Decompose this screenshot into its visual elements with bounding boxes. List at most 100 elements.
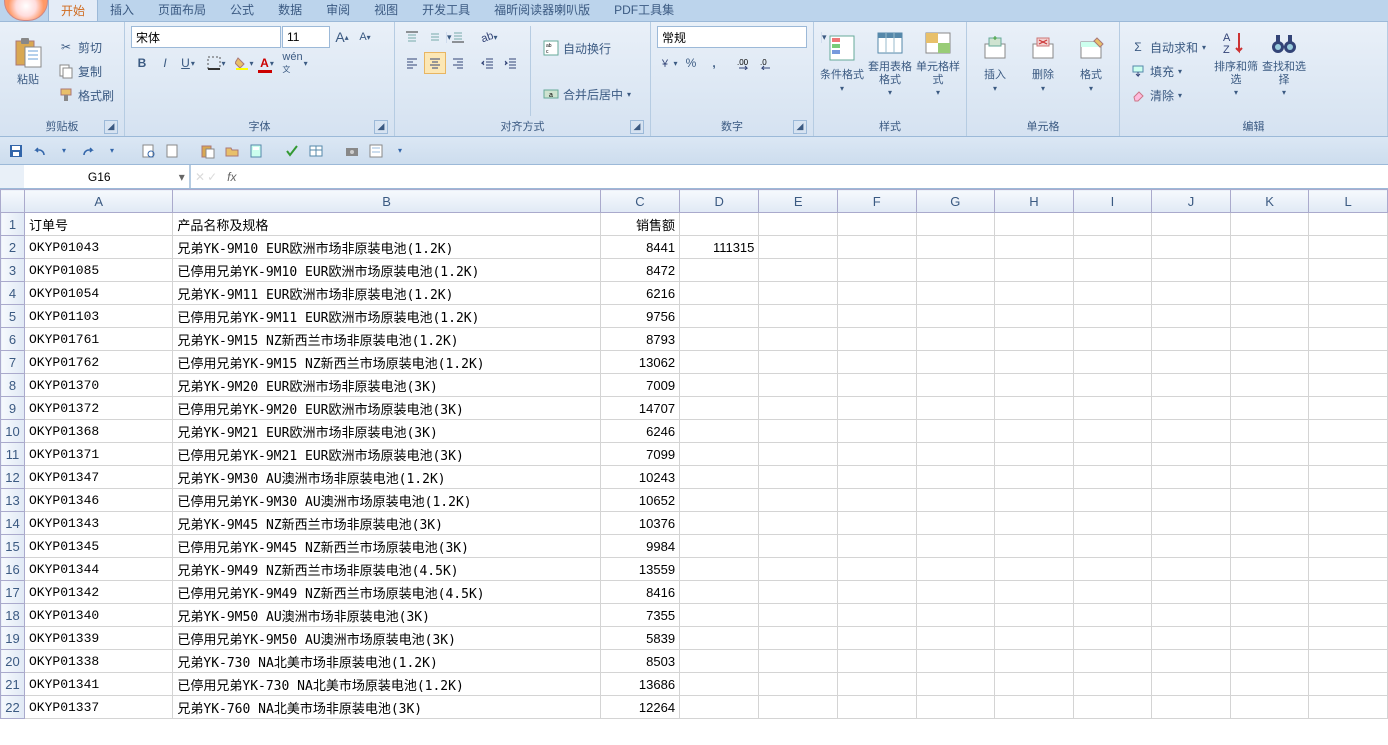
cell[interactable]: 7355 — [600, 604, 679, 627]
cell[interactable]: 13686 — [600, 673, 679, 696]
calc-icon[interactable] — [246, 141, 266, 161]
cell[interactable] — [995, 604, 1074, 627]
cell[interactable] — [837, 650, 916, 673]
phonetic-button[interactable]: wén文 — [284, 52, 306, 74]
align-middle-button[interactable] — [424, 26, 446, 48]
cell[interactable] — [1309, 673, 1388, 696]
orientation-button[interactable]: ab — [477, 26, 499, 48]
cell[interactable] — [1073, 236, 1151, 259]
cell[interactable]: 兄弟YK-9M15 NZ新西兰市场非原装电池(1.2K) — [173, 328, 600, 351]
cancel-formula-icon[interactable]: ✕ — [195, 170, 205, 184]
worksheet-grid[interactable]: ABCDEFGHIJKL1订单号产品名称及规格销售额2OKYP01043兄弟YK… — [0, 189, 1388, 745]
cell[interactable]: 产品名称及规格 — [173, 213, 600, 236]
name-box-input[interactable] — [24, 170, 174, 184]
cell[interactable] — [1073, 282, 1151, 305]
cell[interactable] — [1073, 420, 1151, 443]
cell[interactable] — [1230, 673, 1309, 696]
cell[interactable] — [916, 489, 995, 512]
cell[interactable]: OKYP01085 — [24, 259, 172, 282]
cell[interactable] — [837, 489, 916, 512]
cell[interactable] — [759, 374, 838, 397]
form-icon[interactable] — [366, 141, 386, 161]
cell[interactable] — [995, 581, 1074, 604]
cell[interactable] — [1230, 213, 1309, 236]
row-header[interactable]: 3 — [1, 259, 25, 282]
cell[interactable] — [1152, 259, 1231, 282]
cell[interactable] — [1309, 604, 1388, 627]
cell[interactable] — [759, 512, 838, 535]
cell[interactable] — [1152, 282, 1231, 305]
cell[interactable] — [1152, 604, 1231, 627]
cell[interactable]: 8503 — [600, 650, 679, 673]
cell[interactable]: 7099 — [600, 443, 679, 466]
cell[interactable] — [1230, 604, 1309, 627]
cell[interactable] — [995, 558, 1074, 581]
cell[interactable] — [1230, 466, 1309, 489]
tab-0[interactable]: 开始 — [48, 0, 98, 21]
cell[interactable] — [759, 282, 838, 305]
cell[interactable]: 14707 — [600, 397, 679, 420]
cell[interactable] — [680, 512, 759, 535]
cell[interactable] — [1230, 650, 1309, 673]
cell[interactable]: 兄弟YK-9M10 EUR欧洲市场非原装电池(1.2K) — [173, 236, 600, 259]
col-header-H[interactable]: H — [995, 190, 1074, 213]
cell[interactable]: 8472 — [600, 259, 679, 282]
cell[interactable] — [1152, 374, 1231, 397]
cell[interactable] — [995, 236, 1074, 259]
cell[interactable] — [916, 466, 995, 489]
cell[interactable] — [680, 443, 759, 466]
cell[interactable] — [1309, 558, 1388, 581]
print-preview-icon[interactable] — [138, 141, 158, 161]
cell[interactable] — [837, 420, 916, 443]
cell[interactable] — [1152, 328, 1231, 351]
cell[interactable] — [1309, 305, 1388, 328]
format-cells-button[interactable]: 格式▾ — [1069, 26, 1113, 98]
align-left-button[interactable] — [401, 52, 423, 74]
cell[interactable] — [680, 581, 759, 604]
wrap-text-button[interactable]: abc自动换行 — [539, 37, 635, 59]
cell[interactable] — [680, 489, 759, 512]
cell[interactable] — [995, 374, 1074, 397]
cell[interactable] — [1309, 489, 1388, 512]
cell[interactable] — [1309, 650, 1388, 673]
cell[interactable] — [916, 282, 995, 305]
cell[interactable]: OKYP01339 — [24, 627, 172, 650]
cut-button[interactable]: ✂剪切 — [54, 36, 118, 58]
align-bottom-button[interactable] — [447, 26, 469, 48]
row-header[interactable]: 14 — [1, 512, 25, 535]
row-header[interactable]: 2 — [1, 236, 25, 259]
cell[interactable]: OKYP01340 — [24, 604, 172, 627]
cell[interactable]: 6246 — [600, 420, 679, 443]
cell[interactable]: OKYP01344 — [24, 558, 172, 581]
cell[interactable]: OKYP01347 — [24, 466, 172, 489]
cell[interactable] — [1152, 351, 1231, 374]
name-box[interactable]: ▾ — [24, 165, 190, 188]
cell[interactable] — [837, 397, 916, 420]
row-header[interactable]: 12 — [1, 466, 25, 489]
align-right-button[interactable] — [447, 52, 469, 74]
cell[interactable] — [837, 374, 916, 397]
cell[interactable] — [1309, 512, 1388, 535]
cell[interactable] — [995, 259, 1074, 282]
cell[interactable]: 7009 — [600, 374, 679, 397]
number-format-input[interactable] — [658, 30, 821, 44]
cell[interactable]: 10652 — [600, 489, 679, 512]
cell[interactable]: OKYP01346 — [24, 489, 172, 512]
cell[interactable] — [680, 627, 759, 650]
cell[interactable] — [1230, 397, 1309, 420]
cell[interactable] — [916, 420, 995, 443]
cell[interactable]: OKYP01370 — [24, 374, 172, 397]
cell[interactable]: OKYP01341 — [24, 673, 172, 696]
cell[interactable] — [759, 213, 838, 236]
row-header[interactable]: 20 — [1, 650, 25, 673]
cell[interactable] — [1152, 420, 1231, 443]
cell[interactable]: OKYP01762 — [24, 351, 172, 374]
cell[interactable] — [1309, 397, 1388, 420]
cell[interactable] — [1230, 443, 1309, 466]
cell[interactable]: 兄弟YK-9M50 AU澳洲市场非原装电池(3K) — [173, 604, 600, 627]
cell[interactable] — [759, 351, 838, 374]
cell[interactable] — [759, 696, 838, 719]
shrink-font-button[interactable]: A▾ — [354, 26, 376, 48]
cell[interactable]: 已停用兄弟YK-9M50 AU澳洲市场原装电池(3K) — [173, 627, 600, 650]
cell[interactable] — [1152, 650, 1231, 673]
